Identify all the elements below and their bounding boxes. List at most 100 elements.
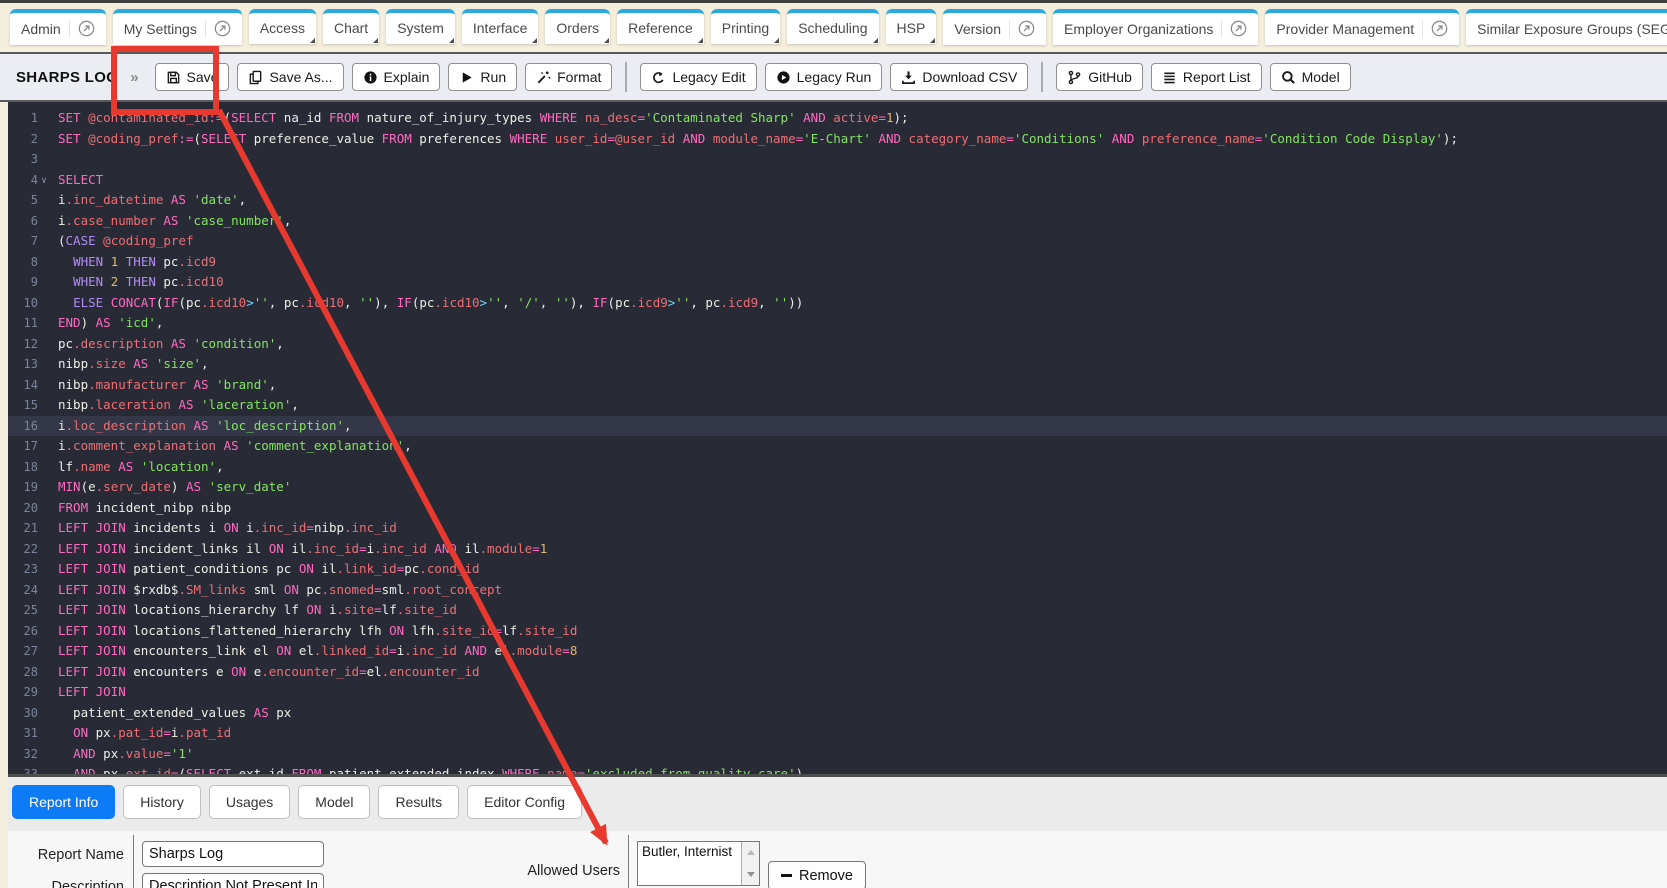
code-line-19[interactable]: 19MIN(e.serv_date) AS 'serv_date' — [8, 477, 1667, 498]
code-line-27[interactable]: 27LEFT JOIN encounters_link el ON el.lin… — [8, 641, 1667, 662]
code-line-15[interactable]: 15nibp.laceration AS 'laceration', — [8, 395, 1667, 416]
format-button[interactable]: Format — [525, 63, 612, 91]
save-button[interactable]: Save — [155, 63, 230, 91]
nav-tab-access[interactable]: Access — [249, 9, 316, 44]
fold-chevron-icon — [38, 498, 50, 519]
fold-chevron-icon — [38, 539, 50, 560]
code-line-24[interactable]: 24LEFT JOIN $rxdb$.SM_links sml ON pc.sn… — [8, 580, 1667, 601]
breadcrumb-chevron[interactable]: » — [130, 69, 138, 86]
code-line-2[interactable]: 2SET @coding_pref:=(SELECT preference_va… — [8, 129, 1667, 150]
button-label: Explain — [384, 69, 430, 85]
code-line-31[interactable]: 31 ON px.pat_id=i.pat_id — [8, 723, 1667, 744]
code-line-29[interactable]: 29LEFT JOIN — [8, 682, 1667, 703]
code-line-12[interactable]: 12pc.description AS 'condition', — [8, 334, 1667, 355]
nav-tab-admin[interactable]: Admin — [10, 9, 106, 45]
nav-tab-provider-management[interactable]: Provider Management — [1265, 9, 1459, 45]
model-button[interactable]: Model — [1270, 63, 1351, 91]
code-line-1[interactable]: 1SET @contaminated_id:=(SELECT na_id FRO… — [8, 108, 1667, 129]
external-link-icon[interactable] — [205, 20, 231, 37]
external-link-icon[interactable] — [1422, 20, 1448, 37]
nav-tab-my-settings[interactable]: My Settings — [113, 9, 242, 45]
code-line-23[interactable]: 23LEFT JOIN patient_conditions pc ON il.… — [8, 559, 1667, 580]
scroll-down-icon[interactable] — [742, 864, 759, 886]
nav-tab-printing[interactable]: Printing — [711, 9, 780, 44]
code-line-7[interactable]: 7(CASE @coding_pref — [8, 231, 1667, 252]
fold-chevron-icon — [38, 313, 50, 334]
report-name-input[interactable] — [142, 841, 324, 867]
line-number: 1 — [8, 108, 38, 129]
code-line-17[interactable]: 17i.comment_explanation AS 'comment_expl… — [8, 436, 1667, 457]
run-button[interactable]: Run — [448, 63, 517, 91]
nav-tab-label: HSP — [897, 20, 926, 36]
button-label: Legacy Run — [797, 69, 872, 85]
line-number: 8 — [8, 252, 38, 273]
remove-user-button[interactable]: Remove — [768, 861, 866, 888]
code-line-11[interactable]: 11END) AS 'icd', — [8, 313, 1667, 334]
nav-tab-reference[interactable]: Reference — [617, 9, 704, 44]
nav-tab-version[interactable]: Version — [943, 9, 1046, 45]
dropdown-corner-icon — [873, 38, 878, 43]
legacy-edit-button[interactable]: Legacy Edit — [640, 63, 756, 91]
code-line-10[interactable]: 10 ELSE CONCAT(IF(pc.icd10>'', pc.icd10,… — [8, 293, 1667, 314]
code-line-9[interactable]: 9 WHEN 2 THEN pc.icd10 — [8, 272, 1667, 293]
code-line-3[interactable]: 3 — [8, 149, 1667, 170]
report-title: SHARPS LOG — [16, 69, 118, 86]
github-button[interactable]: GitHub — [1056, 63, 1143, 91]
tab-model[interactable]: Model — [298, 785, 370, 819]
nav-tab-label: My Settings — [124, 21, 197, 37]
download-csv-button[interactable]: Download CSV — [890, 63, 1028, 91]
nav-tab-employer-organizations[interactable]: Employer Organizations — [1053, 9, 1258, 45]
code-line-26[interactable]: 26LEFT JOIN locations_flattened_hierarch… — [8, 621, 1667, 642]
code-line-30[interactable]: 30 patient_extended_values AS px — [8, 703, 1667, 724]
external-link-icon[interactable] — [1009, 20, 1035, 37]
code-line-33[interactable]: 33 AND px.ext_id=(SELECT ext_id FROM pat… — [8, 764, 1667, 774]
allowed-users-item[interactable]: Butler, Internist — [642, 844, 741, 859]
tab-editor-config[interactable]: Editor Config — [467, 785, 582, 819]
fold-chevron-icon[interactable]: ∨ — [38, 170, 50, 191]
sql-editor[interactable]: 1SET @contaminated_id:=(SELECT na_id FRO… — [8, 102, 1667, 774]
code-lines: 1SET @contaminated_id:=(SELECT na_id FRO… — [8, 108, 1667, 774]
tab-history[interactable]: History — [123, 785, 201, 819]
tab-results[interactable]: Results — [378, 785, 459, 819]
code-line-18[interactable]: 18lf.name AS 'location', — [8, 457, 1667, 478]
description-input[interactable] — [142, 873, 324, 888]
report-list-button[interactable]: Report List — [1151, 63, 1262, 91]
allowed-users-listbox[interactable]: Butler, Internist — [637, 841, 760, 886]
code-line-32[interactable]: 32 AND px.value='1' — [8, 744, 1667, 765]
code-line-22[interactable]: 22LEFT JOIN incident_links il ON il.inc_… — [8, 539, 1667, 560]
nav-tab-hsp[interactable]: HSP — [886, 9, 937, 44]
code-line-13[interactable]: 13nibp.size AS 'size', — [8, 354, 1667, 375]
explain-button[interactable]: Explain — [352, 63, 441, 91]
code-text: LEFT JOIN encounters_link el ON el.linke… — [58, 641, 577, 662]
wand-icon — [536, 70, 551, 85]
code-line-5[interactable]: 5i.inc_datetime AS 'date', — [8, 190, 1667, 211]
code-text: LEFT JOIN — [58, 682, 126, 703]
code-line-6[interactable]: 6i.case_number AS 'case_number', — [8, 211, 1667, 232]
line-number: 33 — [8, 764, 38, 774]
nav-tab-chart[interactable]: Chart — [323, 9, 379, 44]
save-as-button[interactable]: Save As... — [237, 63, 343, 91]
nav-tab-system[interactable]: System — [386, 9, 455, 44]
nav-tab-similar-exposure-groups-segs[interactable]: Similar Exposure Groups (SEGs) — [1466, 9, 1667, 45]
external-link-icon[interactable] — [69, 20, 95, 37]
scroll-up-icon[interactable] — [742, 842, 759, 864]
code-line-21[interactable]: 21LEFT JOIN incidents i ON i.inc_id=nibp… — [8, 518, 1667, 539]
code-line-28[interactable]: 28LEFT JOIN encounters e ON e.encounter_… — [8, 662, 1667, 683]
nav-tab-interface[interactable]: Interface — [462, 9, 538, 44]
tab-usages[interactable]: Usages — [209, 785, 290, 819]
external-link-icon[interactable] — [1221, 20, 1247, 37]
legacy-run-button[interactable]: Legacy Run — [765, 63, 883, 91]
tab-report-info[interactable]: Report Info — [12, 785, 115, 819]
nav-tab-scheduling[interactable]: Scheduling — [787, 9, 878, 44]
code-line-4[interactable]: 4∨SELECT — [8, 170, 1667, 191]
code-text: nibp.size AS 'size', — [58, 354, 209, 375]
report-toolbar: SHARPS LOG » SaveSave As... Explain Run For… — [0, 52, 1667, 102]
nav-tab-orders[interactable]: Orders — [545, 9, 610, 44]
line-number: 7 — [8, 231, 38, 252]
code-line-14[interactable]: 14nibp.manufacturer AS 'brand', — [8, 375, 1667, 396]
code-line-16[interactable]: 16i.loc_description AS 'loc_description'… — [8, 416, 1667, 437]
code-line-20[interactable]: 20FROM incident_nibp nibp — [8, 498, 1667, 519]
code-text: patient_extended_values AS px — [58, 703, 291, 724]
code-line-25[interactable]: 25LEFT JOIN locations_hierarchy lf ON i.… — [8, 600, 1667, 621]
code-line-8[interactable]: 8 WHEN 1 THEN pc.icd9 — [8, 252, 1667, 273]
